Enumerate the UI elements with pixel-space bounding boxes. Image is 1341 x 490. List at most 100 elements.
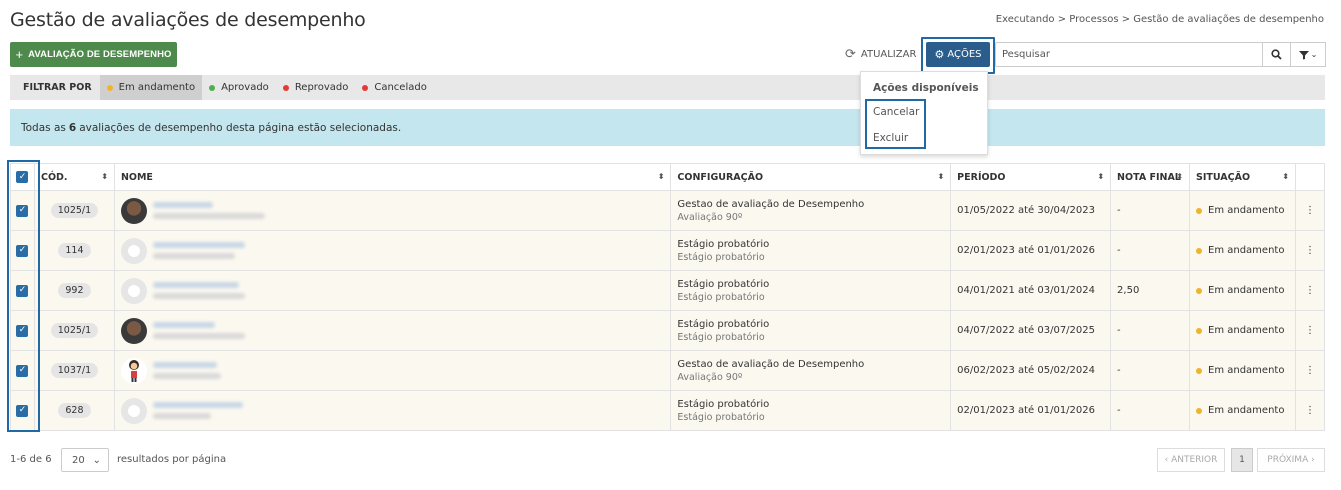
config-subtitle: Estágio probatório	[677, 291, 765, 303]
col-grade-label: NOTA FINAL	[1117, 171, 1181, 183]
filter-icon	[1298, 50, 1309, 59]
config-subtitle: Avaliação 90º	[677, 371, 743, 383]
col-code-label: CÓD.	[40, 171, 68, 183]
filter-cancelled-label: Cancelado	[374, 82, 427, 93]
code-cell: 992	[33, 270, 115, 311]
filter-in-progress-label: Em andamento	[118, 82, 196, 93]
code-badge: 628	[58, 403, 91, 418]
plus-icon: +	[15, 47, 24, 62]
status-dot-icon	[1196, 327, 1202, 334]
add-evaluation-button[interactable]: + AVALIAÇÃO DE DESEMPENHO	[10, 42, 177, 67]
per-page-select[interactable]: 20 ⌄	[61, 448, 109, 472]
period-cell: 02/01/2023 até 01/01/2026	[950, 230, 1112, 271]
results-count: 1-6 de 6	[10, 454, 52, 465]
status-dot-icon	[282, 84, 289, 91]
refresh-button[interactable]: ⟳ ATUALIZAR	[845, 47, 916, 62]
sort-icon: ⬍	[937, 172, 945, 181]
sort-icon: ⬍	[657, 172, 665, 181]
table-row[interactable]: ✓ 1037/1 Gestao de avaliação de Desempen…	[10, 350, 1326, 391]
kebab-icon: ⋮	[1304, 325, 1315, 336]
status-dot-icon	[1196, 207, 1202, 214]
page-number-button[interactable]: 1	[1231, 448, 1253, 472]
col-code[interactable]: CÓD. ⬍	[33, 163, 115, 191]
breadcrumb: Executando > Processos > Gestão de avali…	[995, 14, 1324, 25]
status-cell: Em andamento	[1189, 230, 1296, 271]
col-name[interactable]: NOME ⬍	[113, 163, 672, 191]
table-row[interactable]: ✓ 1025/1 Estágio probatório Estágio prob…	[10, 310, 1326, 351]
row-menu-button[interactable]: ⋮	[1294, 390, 1326, 431]
col-period-label: PERÍODO	[957, 171, 1006, 183]
col-actions	[1294, 163, 1326, 191]
col-status[interactable]: SITUAÇÃO ⬍	[1189, 163, 1296, 191]
col-config[interactable]: CONFIGURAÇÃO ⬍	[670, 163, 952, 191]
previous-page-button[interactable]: ‹ ANTERIOR	[1157, 448, 1225, 472]
status-cell: Em andamento	[1189, 350, 1296, 391]
status-cell: Em andamento	[1189, 390, 1296, 431]
table-row[interactable]: ✓ 114 Estágio probatório Estágio probató…	[10, 230, 1326, 271]
name-cell	[113, 190, 672, 231]
period-cell: 04/01/2021 até 03/01/2024	[950, 270, 1112, 311]
evaluations-table: ✓ CÓD. ⬍ NOME ⬍ CONFIGURAÇÃO ⬍ PERÍODO ⬍ NOT…	[10, 163, 1326, 431]
config-name: Estágio probatório	[677, 278, 770, 290]
code-cell: 628	[33, 390, 115, 431]
status-dot-icon	[362, 84, 369, 91]
avatar	[120, 317, 147, 344]
row-menu-button[interactable]: ⋮	[1294, 190, 1326, 231]
config-subtitle: Estágio probatório	[677, 251, 765, 263]
code-badge: 114	[58, 243, 91, 258]
search-input[interactable]	[995, 42, 1263, 67]
filter-label: FILTRAR POR	[23, 82, 92, 93]
table-row[interactable]: ✓ 992 Estágio probatório Estágio probató…	[10, 270, 1326, 311]
selection-info-suffix: avaliações de desempenho desta página es…	[79, 121, 402, 134]
filter-dropdown-button[interactable]: ⌄	[1291, 42, 1326, 67]
status-dot-icon	[1196, 287, 1202, 294]
redacted-name	[152, 322, 245, 339]
row-menu-button[interactable]: ⋮	[1294, 310, 1326, 351]
sort-icon: ⬍	[1176, 172, 1183, 181]
status-label: Em andamento	[1208, 325, 1285, 336]
filter-approved-label: Aprovado	[221, 82, 269, 93]
sort-icon: ⬍	[1282, 172, 1289, 181]
kebab-icon: ⋮	[1304, 405, 1315, 416]
page-title: Gestão de avaliações de desempenho	[10, 9, 366, 31]
selection-column-highlight	[7, 160, 40, 432]
selection-info-bar: Todas as 6 avaliações de desempenho dest…	[10, 109, 1325, 146]
filter-rejected[interactable]: Reprovado	[276, 75, 356, 100]
status-label: Em andamento	[1208, 205, 1285, 216]
code-cell: 1025/1	[33, 190, 115, 231]
actions-button[interactable]: ⚙ AÇÕES	[926, 42, 990, 67]
row-menu-button[interactable]: ⋮	[1294, 270, 1326, 311]
row-menu-button[interactable]: ⋮	[1294, 350, 1326, 391]
table-header-row: ✓ CÓD. ⬍ NOME ⬍ CONFIGURAÇÃO ⬍ PERÍODO ⬍ NOT…	[10, 163, 1326, 191]
name-cell	[113, 270, 672, 311]
status-dot-icon	[1196, 367, 1202, 374]
table-row[interactable]: ✓ 1025/1 Gestao de avaliação de Desempen…	[10, 190, 1326, 231]
config-cell: Estágio probatório Estágio probatório	[670, 390, 952, 431]
refresh-icon: ⟳	[845, 47, 856, 62]
row-menu-button[interactable]: ⋮	[1294, 230, 1326, 271]
next-page-button[interactable]: PRÓXIMA ›	[1257, 448, 1325, 472]
filter-cancelled[interactable]: Cancelado	[355, 75, 433, 100]
config-name: Estágio probatório	[677, 318, 770, 330]
config-cell: Estágio probatório Estágio probatório	[670, 230, 952, 271]
redacted-name	[152, 282, 245, 299]
avatar	[120, 277, 147, 304]
status-dot-icon	[106, 84, 113, 91]
selection-info-prefix: Todas as	[21, 121, 66, 134]
period-cell: 02/01/2023 até 01/01/2026	[950, 390, 1112, 431]
redacted-name	[152, 242, 245, 259]
config-name: Gestao de avaliação de Desempenho	[677, 358, 865, 370]
col-grade[interactable]: NOTA FINAL ⬍	[1110, 163, 1190, 191]
redacted-name	[152, 202, 265, 219]
filter-approved[interactable]: Aprovado	[202, 75, 276, 100]
status-cell: Em andamento	[1189, 190, 1296, 231]
filter-in-progress[interactable]: Em andamento	[99, 75, 203, 100]
config-subtitle: Estágio probatório	[677, 411, 765, 423]
col-period[interactable]: PERÍODO ⬍	[950, 163, 1112, 191]
table-row[interactable]: ✓ 628 Estágio probatório Estágio probató…	[10, 390, 1326, 431]
redacted-name	[152, 362, 221, 379]
status-cell: Em andamento	[1189, 310, 1296, 351]
grade-cell: -	[1110, 230, 1190, 271]
search-button[interactable]	[1263, 42, 1291, 67]
code-badge: 1037/1	[50, 363, 99, 378]
